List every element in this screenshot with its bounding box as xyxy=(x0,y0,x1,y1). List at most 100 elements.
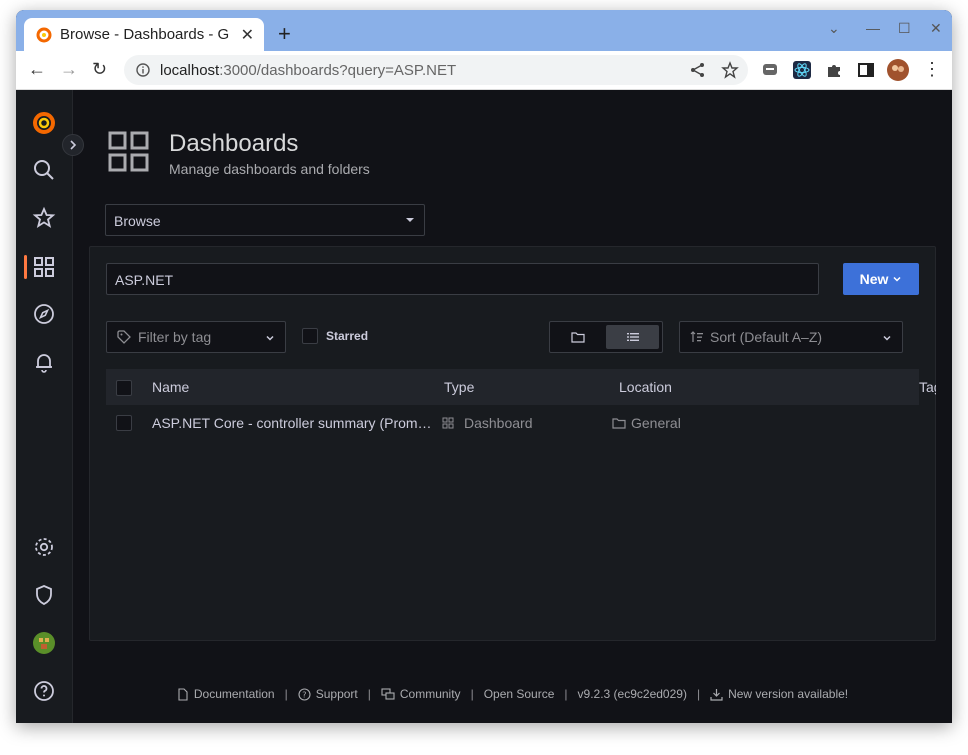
document-icon xyxy=(178,687,188,701)
user-avatar-icon[interactable] xyxy=(32,631,56,655)
row-checkbox[interactable] xyxy=(116,415,132,431)
browser-menu-icon[interactable]: ⋮ xyxy=(923,59,941,80)
dashboard-name-link[interactable]: ASP.NET Core - controller summary (Prom… xyxy=(152,415,432,431)
tab-title: Browse - Dashboards - Grafana xyxy=(60,26,230,43)
dashboards-icon[interactable] xyxy=(32,255,56,279)
new-button-label: New xyxy=(859,271,889,287)
chevron-down-icon xyxy=(266,335,274,341)
maximize-icon[interactable]: ☐ xyxy=(898,20,911,37)
table-row[interactable]: ASP.NET Core - controller summary (Prom…… xyxy=(106,407,919,441)
alerting-bell-icon[interactable] xyxy=(32,350,56,374)
footer-community-link[interactable]: Community xyxy=(381,687,461,701)
server-admin-shield-icon[interactable] xyxy=(32,583,56,607)
download-icon xyxy=(710,688,723,701)
folder-view-button[interactable] xyxy=(550,322,605,352)
list-view-button[interactable] xyxy=(606,325,659,349)
list-icon xyxy=(626,333,639,341)
chevron-down-icon xyxy=(883,335,891,341)
select-all-checkbox[interactable] xyxy=(116,380,132,396)
footer-documentation-link[interactable]: Documentation xyxy=(177,687,275,701)
reload-icon[interactable]: ↻ xyxy=(92,59,107,80)
configuration-gear-icon[interactable] xyxy=(32,535,56,559)
comments-icon xyxy=(381,687,395,700)
column-header-type: Type xyxy=(444,379,475,395)
browser-tab[interactable]: Browse - Dashboards - Grafana ✕ xyxy=(24,18,264,51)
column-header-tags: Tags xyxy=(919,379,936,395)
search-icon[interactable] xyxy=(32,158,56,182)
footer-support-label: Support xyxy=(315,687,358,701)
forward-icon[interactable]: → xyxy=(60,59,78,80)
explore-compass-icon[interactable] xyxy=(32,302,56,326)
grafana-favicon-icon xyxy=(36,27,52,42)
dashboards-panel: ASP.NET New Filter by tag Starred Sort (… xyxy=(89,246,936,641)
new-button[interactable]: New xyxy=(843,263,919,295)
dashboards-page-icon xyxy=(108,131,149,172)
footer-separator: | xyxy=(367,687,371,701)
url-host: localhost xyxy=(160,61,220,79)
view-select-value: Browse xyxy=(114,213,161,229)
footer-support-link[interactable]: ? Support xyxy=(298,687,358,701)
tag-icon xyxy=(117,330,131,344)
back-icon[interactable]: ← xyxy=(28,59,46,80)
active-nav-indicator xyxy=(24,255,27,279)
starred-icon[interactable] xyxy=(32,206,56,230)
folder-icon xyxy=(570,332,585,343)
close-window-icon[interactable]: ✕ xyxy=(930,20,942,37)
tag-filter-placeholder: Filter by tag xyxy=(138,329,212,345)
footer-separator: | xyxy=(564,687,568,701)
site-info-icon[interactable] xyxy=(136,63,150,77)
grafana-logo-icon[interactable] xyxy=(31,110,57,136)
footer-separator: | xyxy=(470,687,474,701)
sort-select-value: Sort (Default A–Z) xyxy=(710,329,823,345)
browser-window: Browse - Dashboards - Grafana ✕ + ⌄ — ☐ … xyxy=(16,10,952,723)
search-input[interactable]: ASP.NET xyxy=(106,263,819,295)
tag-filter-select[interactable]: Filter by tag xyxy=(106,321,286,353)
footer-new-version-label: New version available! xyxy=(728,687,849,701)
svg-text:?: ? xyxy=(302,690,306,699)
expand-sidebar-button[interactable] xyxy=(62,134,84,156)
search-input-value: ASP.NET xyxy=(115,272,174,288)
browser-toolbar: ← → ↻ localhost:3000/dashboards?query=AS… xyxy=(16,51,952,90)
extensions-puzzle-icon[interactable] xyxy=(825,61,843,79)
help-icon[interactable] xyxy=(32,679,56,703)
footer-version: v9.2.3 (ec9c2ed029) xyxy=(577,687,687,701)
footer-open-source-link[interactable]: Open Source xyxy=(484,687,555,701)
footer-new-version-link[interactable]: New version available! xyxy=(710,687,848,701)
footer-separator: | xyxy=(284,687,288,701)
tab-search-icon[interactable]: ⌄ xyxy=(828,20,840,37)
tab-strip: Browse - Dashboards - Grafana ✕ + ⌄ — ☐ … xyxy=(16,10,952,51)
new-tab-icon[interactable]: + xyxy=(278,21,291,47)
column-header-name[interactable]: Name xyxy=(152,379,189,395)
sidebar-nav xyxy=(16,90,73,723)
starred-filter[interactable]: Starred xyxy=(302,328,368,344)
row-location-cell: General xyxy=(612,415,681,431)
question-circle-icon: ? xyxy=(298,687,311,701)
starred-checkbox[interactable] xyxy=(302,328,318,344)
view-select[interactable]: Browse xyxy=(105,204,425,236)
chevron-down-icon xyxy=(893,276,901,282)
extension-chat-icon[interactable] xyxy=(761,61,779,79)
minimize-icon[interactable]: — xyxy=(866,20,880,36)
side-panel-icon[interactable] xyxy=(857,61,875,79)
main-content: Dashboards Manage dashboards and folders… xyxy=(73,90,952,723)
column-header-location: Location xyxy=(619,379,672,395)
address-bar[interactable]: localhost:3000/dashboards?query=ASP.NET xyxy=(124,55,748,85)
dashboard-type-icon xyxy=(442,417,454,429)
bookmark-star-icon[interactable] xyxy=(721,61,739,79)
url-path: :3000/dashboards?query=ASP.NET xyxy=(219,61,457,79)
row-type-label: Dashboard xyxy=(464,415,533,431)
chevron-right-icon xyxy=(70,140,77,150)
share-icon[interactable] xyxy=(689,61,707,79)
close-tab-icon[interactable]: ✕ xyxy=(241,25,254,45)
footer-separator: | xyxy=(696,687,701,701)
table-header: Name Type Location Tags xyxy=(106,369,936,405)
profile-avatar-icon[interactable] xyxy=(887,59,909,81)
react-devtools-icon[interactable] xyxy=(793,61,811,79)
sort-select[interactable]: Sort (Default A–Z) xyxy=(679,321,903,353)
caret-down-icon xyxy=(406,218,414,222)
footer-community-label: Community xyxy=(399,687,461,701)
view-mode-toggle xyxy=(549,321,663,353)
page-title: Dashboards xyxy=(169,130,299,157)
starred-label: Starred xyxy=(326,329,369,343)
row-location-label: General xyxy=(631,415,681,431)
